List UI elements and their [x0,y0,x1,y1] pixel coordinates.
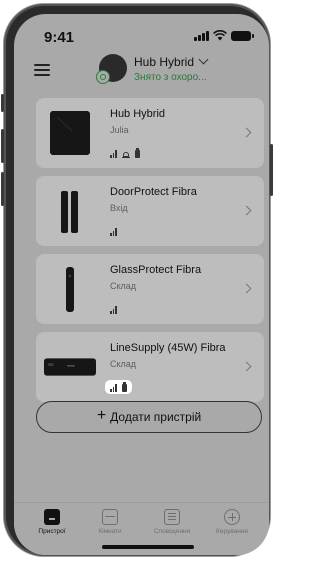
tab-label: Сповіщення [153,528,191,535]
glassprotect-thumbnail [44,262,96,316]
plus-icon: + [96,407,107,424]
rooms-icon [102,509,118,525]
signal-icon [110,306,117,314]
signal-icon [110,150,117,158]
tab-rooms[interactable]: Кімнати [80,509,140,535]
app-header: Hub Hybrid Знято з охоро... [14,50,269,94]
device-card-linesupply-fibra[interactable]: LineSupply (45W) Fibra Склад [36,332,264,402]
notifications-icon [164,509,180,525]
doorprotect-thumbnail [44,184,96,238]
signal-icon [110,228,117,236]
battery-status-icon [231,30,254,41]
device-room: Склад [110,359,137,369]
device-name: LineSupply (45W) Fibra [110,342,226,354]
hub-security-status: Знято з охоро... [134,72,207,83]
battery-icon [134,148,140,158]
device-status-icons [105,380,132,394]
battery-icon [121,382,127,392]
linesupply-thumbnail [44,340,96,394]
device-name: GlassProtect Fibra [110,264,202,276]
tab-label: Кімнати [98,528,122,535]
phone-side-button [1,172,4,206]
chevron-right-icon [241,127,252,138]
hub-selector[interactable]: Hub Hybrid [134,54,209,69]
device-room: Склад [110,281,137,291]
hub-hybrid-thumbnail [44,106,96,160]
phone-side-button [1,129,4,163]
hub-name: Hub Hybrid [134,55,195,69]
signal-icon [110,384,117,392]
device-room: Вхід [110,203,128,213]
tab-notifications[interactable]: Сповіщення [142,509,202,535]
home-indicator[interactable] [102,545,194,549]
tab-control[interactable]: Керування [202,509,262,535]
tab-label: Пристрої [38,528,66,535]
device-status-icons [110,148,140,158]
add-device-label: Додати пристрій [110,410,202,424]
status-icons [194,30,254,41]
wifi-icon [213,30,227,41]
hub-online-status-icon [96,70,110,84]
device-card-hub-hybrid[interactable]: Hub Hybrid Julia [36,98,264,168]
phone-side-button [270,144,273,196]
chevron-right-icon [241,205,252,216]
device-status-icons [110,226,117,236]
tab-label: Керування [216,528,248,535]
phone-side-button [1,94,4,112]
device-name: DoorProtect Fibra [110,186,197,198]
device-status-icons [110,304,117,314]
device-card-glassprotect-fibra[interactable]: GlassProtect Fibra Склад [36,254,264,324]
status-bar: 9:41 [14,14,269,50]
siren-icon [121,150,130,158]
status-time: 9:41 [44,29,75,46]
chevron-right-icon [241,283,252,294]
tab-devices[interactable]: Пристрої [22,509,82,535]
phone-frame: 9:41 Hub Hybrid Знято з охоро... Hub Hyb… [1,4,273,556]
cellular-signal-icon [194,30,209,41]
app-screen: 9:41 Hub Hybrid Знято з охоро... Hub Hyb… [14,14,269,555]
chevron-down-icon [198,54,209,65]
chevron-right-icon [241,361,252,372]
device-name: Hub Hybrid [110,108,166,120]
device-card-doorprotect-fibra[interactable]: DoorProtect Fibra Вхід [36,176,264,246]
add-device-button[interactable]: + Додати пристрій [36,401,262,433]
control-icon [224,509,240,525]
menu-icon[interactable] [34,64,50,76]
device-room: Julia [110,125,129,135]
devices-icon [44,509,60,525]
